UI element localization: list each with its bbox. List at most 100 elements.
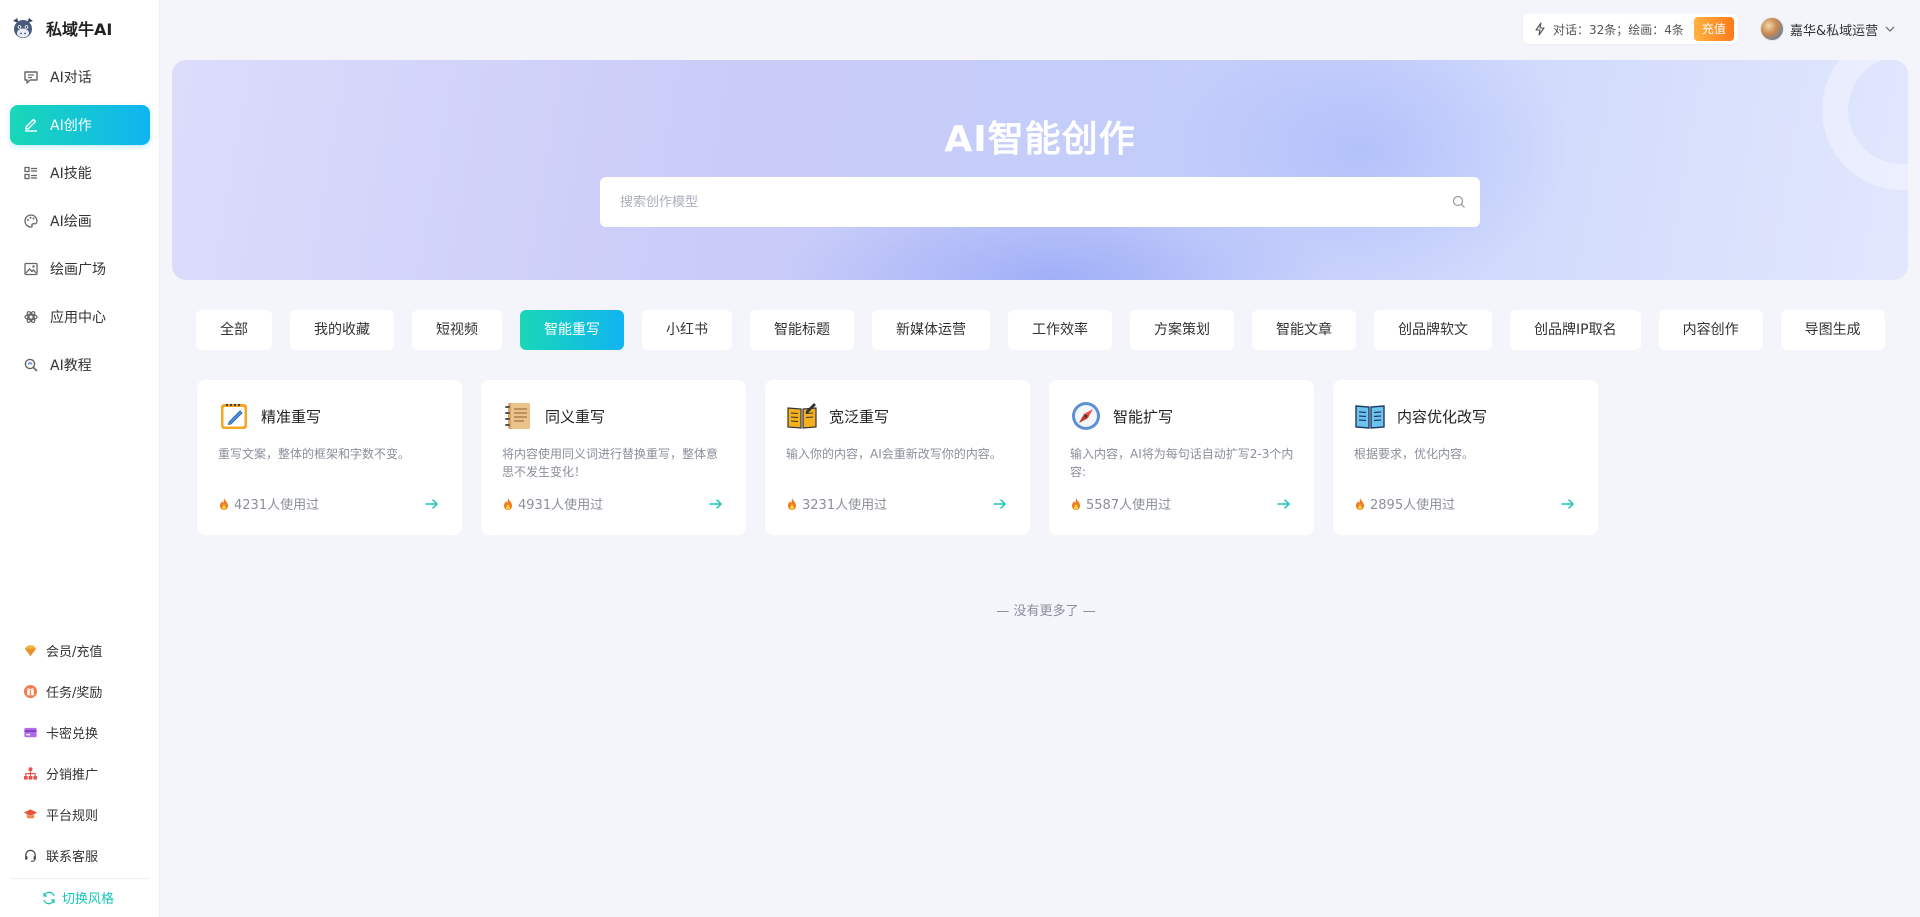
- fire-icon: [788, 497, 796, 510]
- book-icon: [787, 403, 817, 429]
- bottom-nav-card-redeem[interactable]: 卡密兑换: [10, 712, 150, 753]
- arrow-right-icon[interactable]: [424, 496, 440, 512]
- card-usage-text: 4931人使用过: [518, 498, 604, 513]
- bottom-nav-support[interactable]: 联系客服: [10, 835, 150, 876]
- card-usage: 2895人使用过: [1354, 494, 1455, 513]
- main-nav: AI对话 AI创作 AI技能 AI绘画 绘画广场 应用中心 AI教程: [10, 57, 150, 393]
- gift-icon: [22, 684, 38, 700]
- recharge-button[interactable]: 充值: [1693, 17, 1734, 41]
- nav-item-ai-skills[interactable]: AI技能: [10, 153, 150, 193]
- switch-style-label: 切换风格: [62, 892, 115, 907]
- nav-item-label: 应用中心: [50, 310, 106, 326]
- model-card[interactable]: 同义重写 将内容使用同义词进行替换重写，整体意思不发生变化！ 4931人使用过: [481, 380, 746, 535]
- search-icon[interactable]: [1452, 195, 1466, 209]
- sidebar: 私域牛AI AI对话 AI创作 AI技能 AI绘画 绘画广场 应用中心 AI教程…: [0, 0, 160, 917]
- nav-item-ai-chat[interactable]: AI对话: [10, 57, 150, 97]
- nav-item-label: AI对话: [50, 70, 92, 86]
- tab-smart-article[interactable]: 智能文章: [1252, 310, 1356, 350]
- card-usage: 4231人使用过: [218, 494, 319, 513]
- nav-item-label: AI教程: [50, 358, 92, 374]
- tab-short-video[interactable]: 短视频: [412, 310, 502, 350]
- tab-planning[interactable]: 方案策划: [1130, 310, 1234, 350]
- hero-decoration: [1152, 60, 1572, 280]
- model-card[interactable]: 宽泛重写 输入你的内容，AI会重新改写你的内容。 3231人使用过: [765, 380, 1030, 535]
- tab-brand-ip-naming[interactable]: 创品牌IP取名: [1510, 310, 1641, 350]
- model-card-list: 精准重写 重写文案，整体的框架和字数不变。 4231人使用过 同义重写 将内容使…: [197, 380, 1598, 535]
- arrow-right-icon[interactable]: [1560, 496, 1576, 512]
- nav-item-label: AI技能: [50, 166, 92, 182]
- card-usage: 4931人使用过: [502, 494, 603, 513]
- arrow-right-icon[interactable]: [1276, 496, 1292, 512]
- nav-item-label: 绘画广场: [50, 262, 106, 278]
- tab-mindmap[interactable]: 导图生成: [1780, 310, 1885, 350]
- sidebar-divider: [10, 878, 150, 879]
- card-title: 精准重写: [261, 408, 322, 426]
- model-card[interactable]: 智能扩写 输入内容，AI将为每句话自动扩写2-3个内容: 5587人使用过: [1049, 380, 1314, 535]
- card-usage: 3231人使用过: [786, 494, 887, 513]
- card-usage-text: 3231人使用过: [802, 498, 888, 513]
- pen-icon: [23, 117, 39, 133]
- bottom-nav-distribution[interactable]: 分销推广: [10, 753, 150, 794]
- tab-content-creation[interactable]: 内容创作: [1658, 310, 1763, 350]
- chat-icon: [23, 69, 39, 85]
- bottom-nav-tasks[interactable]: 任务/奖励: [10, 671, 150, 712]
- nav-item-label: AI创作: [50, 118, 92, 134]
- arrow-right-icon[interactable]: [708, 496, 724, 512]
- tab-all[interactable]: 全部: [196, 310, 272, 350]
- tab-new-media[interactable]: 新媒体运营: [872, 310, 990, 350]
- bottom-nav-label: 任务/奖励: [46, 686, 103, 701]
- headset-icon: [22, 848, 38, 864]
- brand[interactable]: 私域牛AI: [10, 12, 112, 44]
- tab-xiaohongshu[interactable]: 小红书: [642, 310, 732, 350]
- model-card[interactable]: 精准重写 重写文案，整体的框架和字数不变。 4231人使用过: [197, 380, 462, 535]
- nav-item-ai-painting[interactable]: AI绘画: [10, 201, 150, 241]
- apps-icon: [23, 309, 39, 325]
- notepad-icon: [221, 403, 247, 429]
- switch-style-button[interactable]: 切换风格: [42, 888, 114, 907]
- nav-item-ai-tutorial[interactable]: AI教程: [10, 345, 150, 385]
- quota-panel: 对话：32条；绘画：4条 充值: [1523, 14, 1738, 44]
- chevron-down-icon: [1885, 26, 1895, 32]
- fire-icon: [1356, 497, 1364, 510]
- nav-item-painting-square[interactable]: 绘画广场: [10, 249, 150, 289]
- bottom-nav-rules[interactable]: 平台规则: [10, 794, 150, 835]
- search-box: [600, 177, 1480, 227]
- nav-item-ai-create[interactable]: AI创作: [10, 105, 150, 145]
- model-card[interactable]: 内容优化改写 根据要求，优化内容。 2895人使用过: [1333, 380, 1598, 535]
- tab-smart-title[interactable]: 智能标题: [750, 310, 854, 350]
- search-input[interactable]: [620, 194, 1452, 210]
- card-description: 重写文案，整体的框架和字数不变。: [218, 447, 411, 461]
- card-title: 同义重写: [545, 408, 606, 426]
- network-icon: [22, 766, 38, 782]
- brand-name: 私域牛AI: [46, 20, 113, 39]
- quota-text: 对话：32条；绘画：4条: [1553, 22, 1684, 37]
- tab-brand-article[interactable]: 创品牌软文: [1374, 310, 1492, 350]
- refresh-icon: [43, 891, 55, 904]
- card-title: 宽泛重写: [829, 408, 890, 426]
- card-usage-text: 2895人使用过: [1370, 498, 1456, 513]
- card-title: 智能扩写: [1113, 408, 1174, 426]
- user-menu[interactable]: 嘉华&私域运营: [1760, 16, 1896, 42]
- card-description: 将内容使用同义词进行替换重写，整体意思不发生变化！: [502, 447, 719, 479]
- lightning-icon: [1535, 22, 1545, 36]
- tab-smart-rewrite[interactable]: 智能重写: [520, 310, 624, 350]
- image-icon: [23, 261, 39, 277]
- card-description: 输入你的内容，AI会重新改写你的内容。: [786, 447, 1002, 461]
- tutorial-icon: [23, 357, 39, 373]
- hero-banner: AI智能创作: [172, 60, 1908, 280]
- bottom-nav-label: 会员/充值: [46, 645, 103, 660]
- fire-icon: [220, 497, 228, 510]
- card-icon: [22, 725, 38, 741]
- bottom-nav-label: 平台规则: [46, 809, 99, 824]
- fire-icon: [1072, 497, 1080, 510]
- tab-favorites[interactable]: 我的收藏: [290, 310, 394, 350]
- arrow-right-icon[interactable]: [992, 496, 1008, 512]
- bottom-nav-label: 卡密兑换: [46, 727, 99, 742]
- diamond-icon: [22, 643, 38, 659]
- graduation-icon: [22, 807, 38, 823]
- card-description: 输入内容，AI将为每句话自动扩写2-3个内容:: [1070, 447, 1294, 479]
- card-usage: 5587人使用过: [1070, 494, 1171, 513]
- nav-item-app-center[interactable]: 应用中心: [10, 297, 150, 337]
- tab-work-efficiency[interactable]: 工作效率: [1008, 310, 1112, 350]
- bottom-nav-membership[interactable]: 会员/充值: [10, 630, 150, 671]
